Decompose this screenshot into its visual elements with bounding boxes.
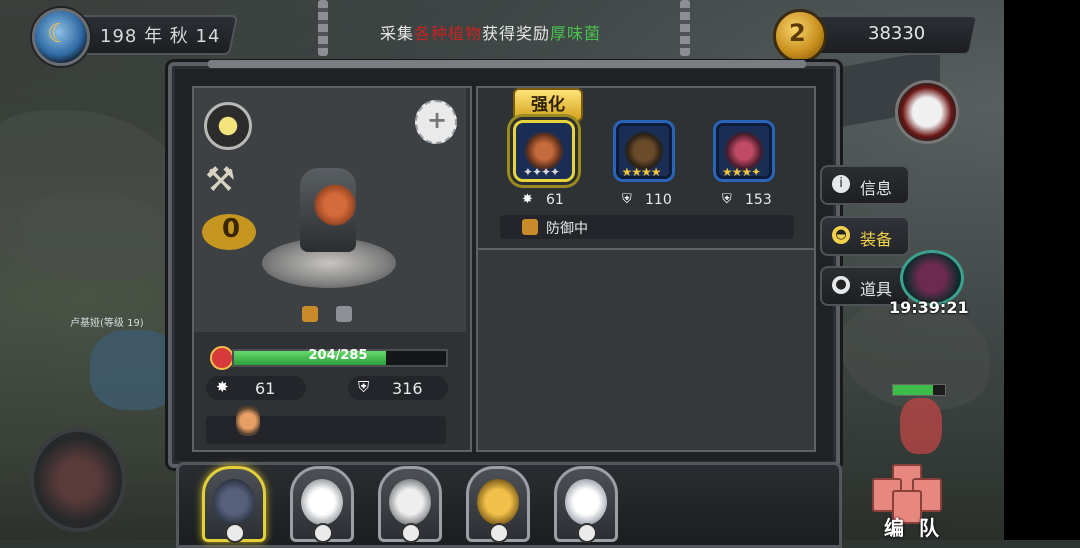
status-bar (500, 215, 794, 239)
hero-slot-3[interactable] (378, 466, 442, 543)
hint-highlight-green: 厚味菌 (550, 24, 602, 43)
bag-icon: ● (832, 276, 850, 294)
tab-info-label: 信息 (860, 179, 893, 198)
shield-icon: ⛨ (622, 192, 632, 207)
light-skill-icon[interactable] (204, 102, 252, 150)
class-icon (225, 523, 245, 543)
screen-edge (1004, 0, 1080, 540)
hero-spiked-shield (310, 180, 360, 230)
hero-slot-5[interactable] (554, 466, 618, 543)
tab-info[interactable]: i 信息 (820, 165, 910, 205)
attack-icon: ✸ (522, 192, 533, 207)
hero-portrait (565, 479, 607, 525)
helmet-icon: ◓ (832, 226, 850, 244)
moon-icon: ☾ (47, 19, 71, 49)
class-icon (489, 523, 509, 543)
hero-portrait (477, 479, 519, 525)
hero-portrait (301, 479, 343, 525)
enhance-button[interactable]: 强化 (513, 88, 583, 122)
enemy-portrait-icon[interactable] (895, 80, 959, 144)
rank-wings-icon[interactable]: 0 (202, 214, 256, 250)
equipment-2-stars: ★★★★ (621, 165, 661, 179)
buff-status-icon (336, 306, 352, 322)
hero-slot-2[interactable] (290, 466, 354, 543)
hero-portrait (213, 479, 255, 525)
defending-status-icon (522, 219, 538, 235)
rank-number: 0 (222, 214, 241, 244)
tab-equipment-label: 装备 (860, 230, 893, 249)
season-moon-icon[interactable]: ☾ (32, 8, 90, 66)
equipment-3-stars: ★★★✦ (721, 165, 761, 179)
hp-text: 204/285 (308, 348, 368, 363)
enemy-hp-bar (892, 384, 946, 396)
defense-status-icon (302, 306, 318, 322)
hint-prefix: 采集 (380, 24, 415, 43)
equipment-3-value: 153 (745, 192, 772, 208)
chain-decoration (680, 0, 690, 56)
window-top-rail (208, 60, 806, 68)
class-icon (313, 523, 333, 543)
tab-items-label: 道具 (860, 280, 893, 299)
team-formation-label: 编 队 (884, 516, 943, 540)
class-icon (577, 523, 597, 543)
countdown-timer: 19:39:21 (889, 298, 969, 317)
enemy-hp-fill (893, 385, 933, 395)
chain-decoration (318, 0, 328, 56)
defense-value: 316 (392, 379, 423, 398)
class-icon (401, 523, 421, 543)
hero-slot-4[interactable] (466, 466, 530, 543)
add-pet-icon[interactable]: + (415, 100, 457, 144)
npc-creature[interactable] (90, 330, 180, 410)
quest-hint: 采集各种植物获得奖励厚味菌 (380, 20, 601, 44)
equipment-2-value: 110 (645, 192, 672, 208)
axe-weapon-icon[interactable]: ⚒ (205, 160, 251, 200)
heart-icon (210, 346, 234, 370)
attack-value: 61 (255, 379, 276, 398)
hero-slot-1[interactable] (202, 466, 266, 543)
shield-icon: ⛨ (722, 192, 732, 207)
enemy-unit[interactable] (900, 398, 942, 454)
date-text: 198 年 秋 14 (100, 26, 221, 47)
companion-avatar-icon[interactable] (236, 406, 260, 436)
npc-name-label: 卢基娅(等级 19) (70, 318, 144, 329)
gold-amount: 38330 (868, 23, 926, 44)
status-text: 防御中 (546, 221, 588, 237)
equipment-1-stars: ✦✦✦✦ (522, 165, 560, 179)
gold-coin-icon: 2 (773, 9, 827, 63)
tab-equipment[interactable]: ◓ 装备 (820, 216, 910, 256)
equipment-1-value: 61 (546, 192, 564, 208)
hint-highlight-red: 各种植物 (414, 24, 483, 43)
equipment-detail-panel (476, 248, 816, 452)
attack-icon: ✸ (216, 378, 229, 396)
hero-portrait (389, 479, 431, 525)
hint-middle: 获得奖励 (482, 24, 551, 43)
info-icon: i (832, 175, 850, 193)
shield-icon: ⛨ (358, 378, 370, 396)
castle-button-icon[interactable] (30, 428, 126, 532)
